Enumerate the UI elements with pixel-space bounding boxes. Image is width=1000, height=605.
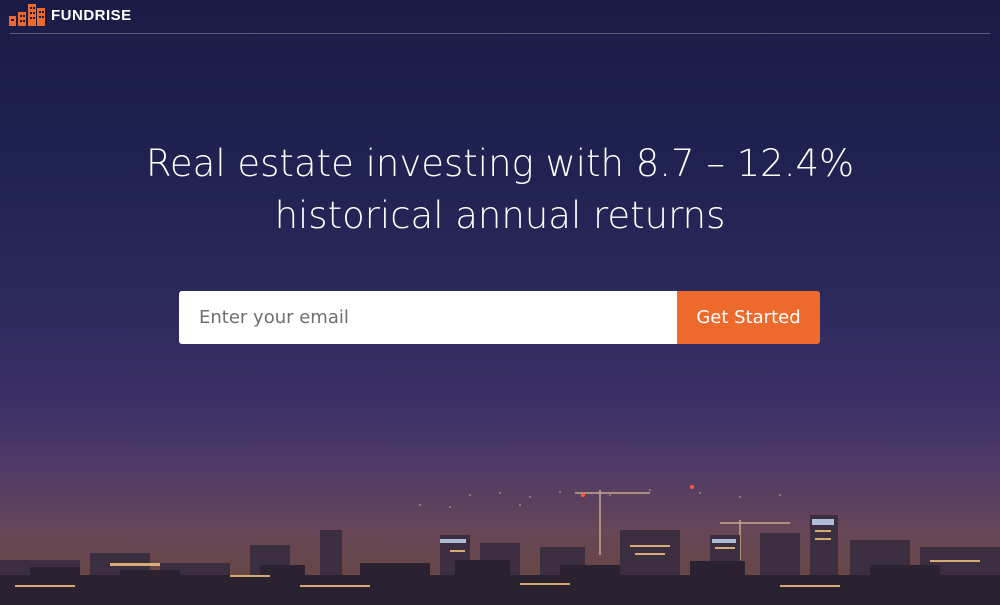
brand-logo[interactable]: FUNDRISE [9, 4, 132, 26]
landing-page: FUNDRISE Real estate investing with 8.7 … [0, 0, 1000, 605]
hero-title-line-1: Real estate investing with 8.7 – 12.4% [145, 142, 855, 185]
site-header: FUNDRISE [0, 0, 1000, 34]
header-divider [10, 33, 990, 34]
brand-name: FUNDRISE [51, 6, 132, 24]
signup-form: Get Started [179, 291, 820, 344]
get-started-button[interactable]: Get Started [677, 291, 820, 344]
hero-title: Real estate investing with 8.7 – 12.4% h… [0, 138, 1000, 242]
buildings-icon [9, 4, 45, 26]
city-skyline-image [0, 435, 1000, 605]
hero-title-line-2: historical annual returns [274, 194, 726, 237]
email-input[interactable] [179, 291, 677, 344]
